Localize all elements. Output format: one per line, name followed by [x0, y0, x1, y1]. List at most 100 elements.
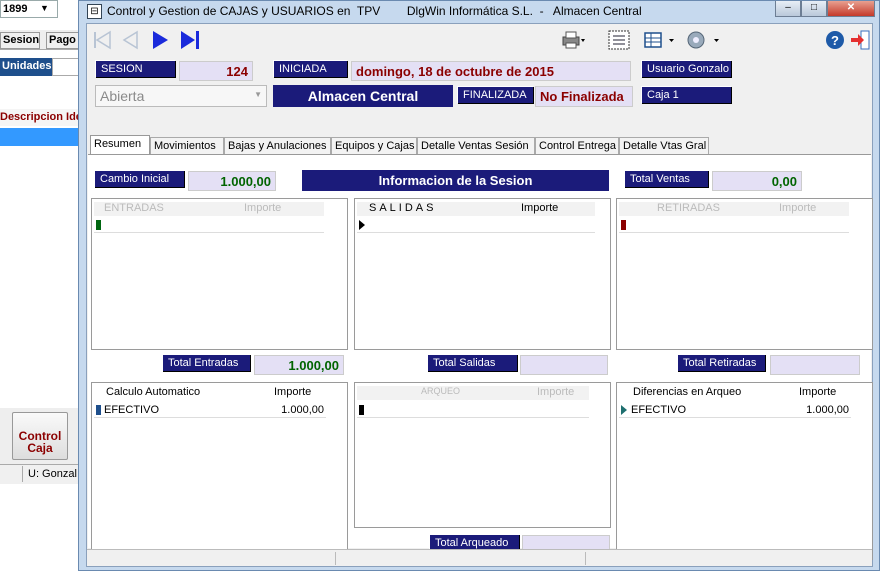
table-row[interactable]: [619, 217, 849, 233]
tab-control-entrega[interactable]: Control Entrega: [535, 137, 619, 154]
info-sesion-title: Informacion de la Sesion: [302, 170, 609, 191]
table-row[interactable]: [357, 217, 595, 233]
status-separator: [585, 552, 586, 565]
row-pointer-icon: [359, 220, 365, 230]
first-record-icon[interactable]: [91, 29, 113, 51]
sesion-label: SESION: [95, 60, 175, 77]
diferencias-grid-header: Diferencias en Arqueo Importe: [619, 386, 851, 400]
next-record-icon[interactable]: [149, 29, 171, 51]
svg-text:?: ?: [831, 33, 839, 48]
salidas-grid-header: SALIDAS Importe: [357, 202, 595, 216]
background-app: 1899 ▼ Sesion Pago Unidades Descripcion …: [0, 0, 82, 571]
resumen-page: Cambio Inicial 1.000,00 Informacion de l…: [88, 154, 873, 560]
usuario-label: Usuario Gonzalo: [641, 60, 731, 77]
diferencias-grid[interactable]: Diferencias en Arqueo Importe EFECTIVO 1…: [616, 382, 873, 560]
retiradas-col-importe: Importe: [779, 202, 817, 214]
retiradas-grid-header: RETIRADAS Importe: [619, 202, 849, 216]
tab-detalle-ventas-sesion[interactable]: Detalle Ventas Sesión: [417, 137, 535, 154]
total-entradas-value: 1.000,00: [254, 355, 344, 375]
close-button[interactable]: ✕: [827, 1, 875, 17]
arqueo-col-concepto: ARQUEO: [421, 386, 461, 396]
gear-icon[interactable]: [684, 30, 724, 50]
retiradas-grid[interactable]: RETIRADAS Importe: [616, 198, 873, 350]
total-ventas-value: 0,00: [712, 171, 802, 191]
salidas-col-concepto: SALIDAS: [369, 202, 437, 214]
estado-value: Abierta: [100, 88, 145, 104]
total-ventas-label: Total Ventas: [624, 170, 708, 187]
tab-resumen[interactable]: Resumen: [90, 135, 150, 155]
calculo-grid[interactable]: Calculo Automatico Importe EFECTIVO 1.00…: [91, 382, 348, 560]
chevron-down-icon[interactable]: ▼: [40, 3, 49, 13]
table-row[interactable]: EFECTIVO 1.000,00: [94, 402, 326, 418]
calculo-col-concepto: Calculo Automatico: [106, 386, 201, 398]
total-retiradas-value: [770, 355, 860, 375]
background-tabs: Sesion Pago: [0, 30, 82, 50]
salidas-grid[interactable]: SALIDAS Importe: [354, 198, 611, 350]
almacen-label: Almacen Central: [273, 85, 453, 107]
cambio-inicial-value: 1.000,00: [188, 171, 276, 191]
calculo-col-importe: Importe: [274, 386, 312, 398]
tab-detalle-vtas-gral[interactable]: Detalle Vtas Gral: [619, 137, 709, 154]
background-status-user: U: Gonzal: [0, 464, 82, 484]
help-icon[interactable]: ?: [825, 30, 845, 50]
diferencias-col-importe: Importe: [799, 386, 837, 398]
arqueo-grid[interactable]: ARQUEO Importe: [354, 382, 611, 528]
row-pointer-icon: [621, 405, 627, 415]
maximize-button[interactable]: □: [801, 1, 827, 17]
tab-bajas-anulaciones[interactable]: Bajas y Anulaciones: [224, 137, 331, 154]
background-status-separator: [22, 466, 23, 482]
finalizada-value: No Finalizada: [535, 86, 633, 107]
cambio-inicial-label: Cambio Inicial: [94, 170, 184, 187]
retiradas-col-concepto: RETIRADAS: [657, 202, 720, 214]
background-selected-row[interactable]: [0, 128, 82, 146]
minimize-button[interactable]: –: [775, 1, 801, 17]
list-view-icon[interactable]: [607, 30, 631, 50]
total-entradas-label: Total Entradas: [162, 354, 250, 371]
status-bar: [87, 549, 872, 566]
estado-select[interactable]: Abierta ▼: [95, 85, 267, 107]
tab-equipos-cajas[interactable]: Equipos y Cajas: [331, 137, 417, 154]
caja-label: Caja 1: [641, 86, 731, 103]
control-caja-label: Control Caja: [18, 429, 62, 455]
previous-record-icon[interactable]: [119, 29, 141, 51]
row-pointer-icon: [359, 405, 364, 415]
table-row[interactable]: [357, 402, 589, 418]
sesion-value: 124: [179, 61, 253, 81]
tab-movimientos[interactable]: Movimientos: [150, 137, 224, 154]
total-salidas-value: [520, 355, 608, 375]
background-tab-pago[interactable]: Pago: [46, 32, 82, 49]
entradas-grid-header: ENTRADAS Importe: [94, 202, 324, 216]
salidas-col-importe: Importe: [521, 202, 559, 214]
title-bar[interactable]: ⊟ Control y Gestion de CAJAS y USUARIOS …: [79, 1, 879, 23]
iniciada-date: domingo, 18 de octubre de 2015: [351, 61, 631, 81]
diferencias-col-concepto: Diferencias en Arqueo: [633, 386, 742, 398]
total-salidas-label: Total Salidas: [427, 354, 517, 371]
table-row[interactable]: [94, 217, 324, 233]
background-desc-header: Descripcion Ide: [0, 109, 82, 126]
last-record-icon[interactable]: [179, 29, 201, 51]
arqueo-grid-header: ARQUEO Importe: [357, 386, 589, 400]
exit-icon[interactable]: [849, 30, 873, 50]
grid-view-icon[interactable]: [643, 30, 677, 50]
iniciada-label: INICIADA: [273, 60, 347, 77]
diferencias-row-importe: 1.000,00: [806, 404, 849, 416]
background-tab-sesion[interactable]: Sesion: [0, 32, 40, 49]
status-separator: [335, 552, 336, 565]
printer-icon[interactable]: [560, 30, 586, 50]
row-pointer-icon: [621, 220, 626, 230]
diferencias-row-concepto: EFECTIVO: [631, 404, 687, 416]
background-combo[interactable]: 1899: [0, 0, 58, 18]
entradas-col-concepto: ENTRADAS: [104, 202, 164, 214]
control-caja-button[interactable]: Control Caja: [12, 412, 68, 460]
row-pointer-icon: [96, 405, 101, 415]
app-icon: ⊟: [87, 4, 102, 19]
row-pointer-icon: [96, 220, 101, 230]
table-row[interactable]: EFECTIVO 1.000,00: [619, 402, 851, 418]
window-title: Control y Gestion de CAJAS y USUARIOS en…: [107, 4, 642, 18]
entradas-grid[interactable]: ENTRADAS Importe: [91, 198, 348, 350]
calculo-grid-header: Calculo Automatico Importe: [94, 386, 326, 400]
background-combo-value: 1899: [3, 3, 28, 15]
finalizada-label: FINALIZADA: [457, 86, 533, 103]
chevron-down-icon[interactable]: ▼: [254, 90, 262, 99]
main-window: ⊟ Control y Gestion de CAJAS y USUARIOS …: [78, 0, 880, 571]
